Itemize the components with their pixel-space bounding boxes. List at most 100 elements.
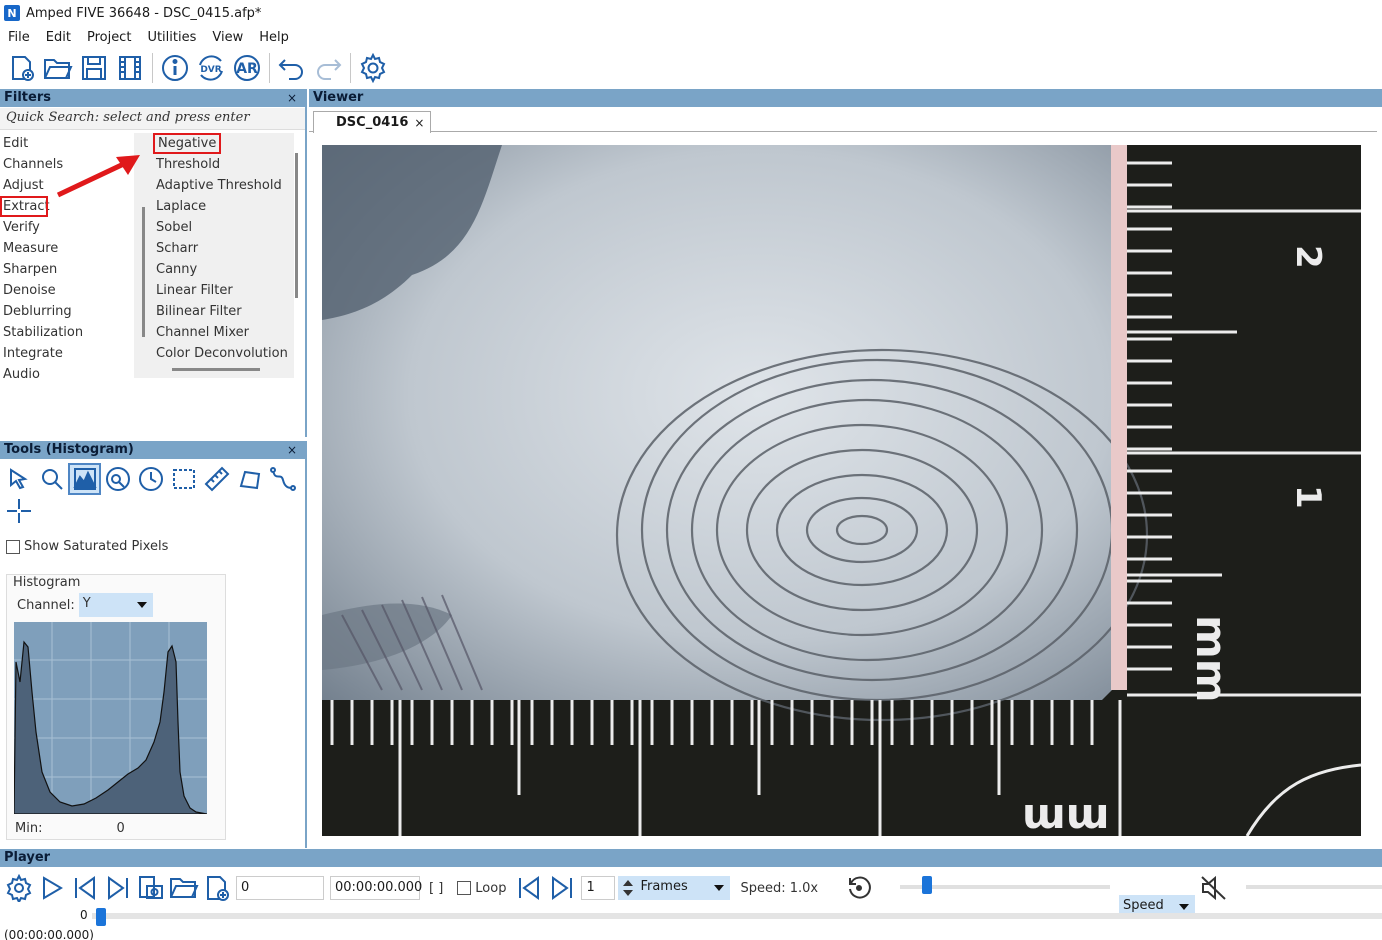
seek-bar[interactable] [92, 913, 1382, 919]
loop-checkbox[interactable] [457, 881, 472, 895]
filter-negative[interactable]: Negative [134, 133, 294, 154]
category-measure[interactable]: Measure [0, 238, 134, 259]
category-integrate[interactable]: Integrate [0, 343, 134, 364]
filter-threshold[interactable]: Threshold [134, 154, 294, 175]
select-arrow-icon[interactable] [2, 463, 35, 495]
frame-field[interactable]: 0 [236, 876, 324, 900]
curve-icon[interactable] [266, 463, 299, 495]
filters-quick-search[interactable]: Quick Search: select and press enter [0, 108, 305, 130]
spin-arrows-icon [623, 880, 634, 896]
viewer-tab-bar: DSC_0416 × [309, 108, 1377, 133]
viewer-panel: Viewer DSC_0416 × 2 1 mm mm [309, 89, 1382, 849]
settings-gear-icon[interactable] [355, 50, 391, 86]
category-extract[interactable]: Extract [0, 196, 50, 217]
category-denoise[interactable]: Denoise [0, 280, 134, 301]
previous-frame-icon[interactable] [512, 871, 545, 905]
ruler-label-mm-bottom: mm [1022, 795, 1110, 836]
ar-icon[interactable]: AR [229, 50, 265, 86]
filter-scharr[interactable]: Scharr [134, 238, 294, 259]
redo-icon[interactable] [310, 50, 346, 86]
mark-brackets-button[interactable]: [ ] [429, 881, 443, 896]
show-saturated-checkbox[interactable] [6, 539, 20, 554]
chevron-down-icon [136, 602, 147, 608]
time-field[interactable]: 00:00:00.000 [330, 876, 422, 900]
category-scrollbar[interactable] [142, 207, 145, 337]
film-icon[interactable] [112, 50, 148, 86]
category-sharpen[interactable]: Sharpen [0, 259, 134, 280]
menu-utilities[interactable]: Utilities [139, 30, 204, 45]
show-saturated-label: Show Saturated Pixels [24, 539, 169, 554]
polygon-icon[interactable] [233, 463, 266, 495]
unit-select[interactable]: Frames [618, 876, 731, 900]
category-verify[interactable]: Verify [0, 217, 134, 238]
category-audio[interactable]: Audio [0, 364, 134, 378]
rectangle-select-icon[interactable] [167, 463, 200, 495]
menu-view[interactable]: View [204, 30, 251, 45]
filter-canny[interactable]: Canny [134, 259, 294, 280]
histogram-label: Histogram [13, 575, 81, 590]
filter-color-deconvolution[interactable]: Color Deconvolution [134, 343, 294, 364]
channel-row: Channel: Y [17, 593, 153, 617]
filters-close-icon[interactable]: × [287, 89, 297, 107]
play-icon[interactable] [35, 871, 68, 905]
player-add-file-icon[interactable] [200, 871, 233, 905]
info-icon[interactable] [157, 50, 193, 86]
dvr-label: DVR [200, 65, 221, 75]
new-project-icon[interactable] [4, 50, 40, 86]
tools-panel: Tools (Histogram) × Show Saturated Pixel… [0, 441, 307, 848]
tools-close-icon[interactable]: × [287, 441, 297, 459]
step-field[interactable]: 1 [581, 876, 616, 900]
filter-adaptive-threshold[interactable]: Adaptive Threshold [134, 175, 294, 196]
viewer-tab-dsc0416[interactable]: DSC_0416 × [313, 111, 432, 133]
dvr-icon[interactable]: DVR [193, 50, 229, 86]
crosshair-icon[interactable] [2, 495, 35, 527]
open-folder-icon[interactable] [40, 50, 76, 86]
snapshot-icon[interactable] [134, 871, 167, 905]
menu-file[interactable]: File [0, 30, 38, 45]
tools-icon-row [2, 463, 299, 495]
filter-channel-mixer[interactable]: Channel Mixer [134, 322, 294, 343]
viewer-tab-label: DSC_0416 [336, 114, 409, 130]
tab-close-icon[interactable]: × [414, 113, 424, 133]
mute-icon[interactable] [1200, 875, 1228, 905]
menu-project[interactable]: Project [79, 30, 139, 45]
go-to-start-icon[interactable] [68, 871, 101, 905]
tools-header: Tools (Histogram) × [0, 441, 305, 459]
filter-horizontal-scrollbar[interactable] [172, 368, 260, 371]
go-to-end-icon[interactable] [101, 871, 134, 905]
volume-slider-track[interactable] [1246, 885, 1382, 889]
reset-speed-icon[interactable] [842, 871, 875, 905]
filter-linear-filter[interactable]: Linear Filter [134, 280, 294, 301]
fingerprint-image[interactable]: 2 1 mm mm [322, 145, 1361, 836]
zoom-icon[interactable] [35, 463, 68, 495]
seek-thumb[interactable] [96, 908, 106, 926]
channel-select[interactable]: Y [78, 593, 153, 617]
clock-icon[interactable] [134, 463, 167, 495]
filter-negative-label: Negative [152, 133, 222, 154]
next-frame-icon[interactable] [545, 871, 578, 905]
magnifier-circle-icon[interactable] [101, 463, 134, 495]
save-icon[interactable] [76, 50, 112, 86]
ruler-label-1: 1 [1288, 485, 1328, 509]
player-settings-icon[interactable] [2, 871, 35, 905]
filter-laplace[interactable]: Laplace [134, 196, 294, 217]
player-controls: 0 00:00:00.000 [ ] Loop 1 Frames Speed: … [0, 869, 875, 907]
filter-sobel[interactable]: Sobel [134, 217, 294, 238]
category-stabilization[interactable]: Stabilization [0, 322, 134, 343]
menu-help[interactable]: Help [251, 30, 297, 45]
toolbar-separator [152, 53, 153, 83]
speed-slider-thumb[interactable] [922, 876, 932, 894]
filters-panel: Filters × Quick Search: select and press… [0, 89, 307, 437]
filter-scrollbar[interactable] [295, 153, 298, 298]
filters-title: Filters [4, 90, 51, 105]
category-deblurring[interactable]: Deblurring [0, 301, 134, 322]
min-value: 0 [116, 821, 125, 836]
histogram-icon[interactable] [68, 463, 101, 495]
player-open-folder-icon[interactable] [167, 871, 200, 905]
menu-edit[interactable]: Edit [38, 30, 79, 45]
show-saturated-row: Show Saturated Pixels [6, 539, 168, 554]
app-logo-icon: N [4, 5, 20, 21]
undo-icon[interactable] [274, 50, 310, 86]
ruler-icon[interactable] [200, 463, 233, 495]
filter-bilinear-filter[interactable]: Bilinear Filter [134, 301, 294, 322]
